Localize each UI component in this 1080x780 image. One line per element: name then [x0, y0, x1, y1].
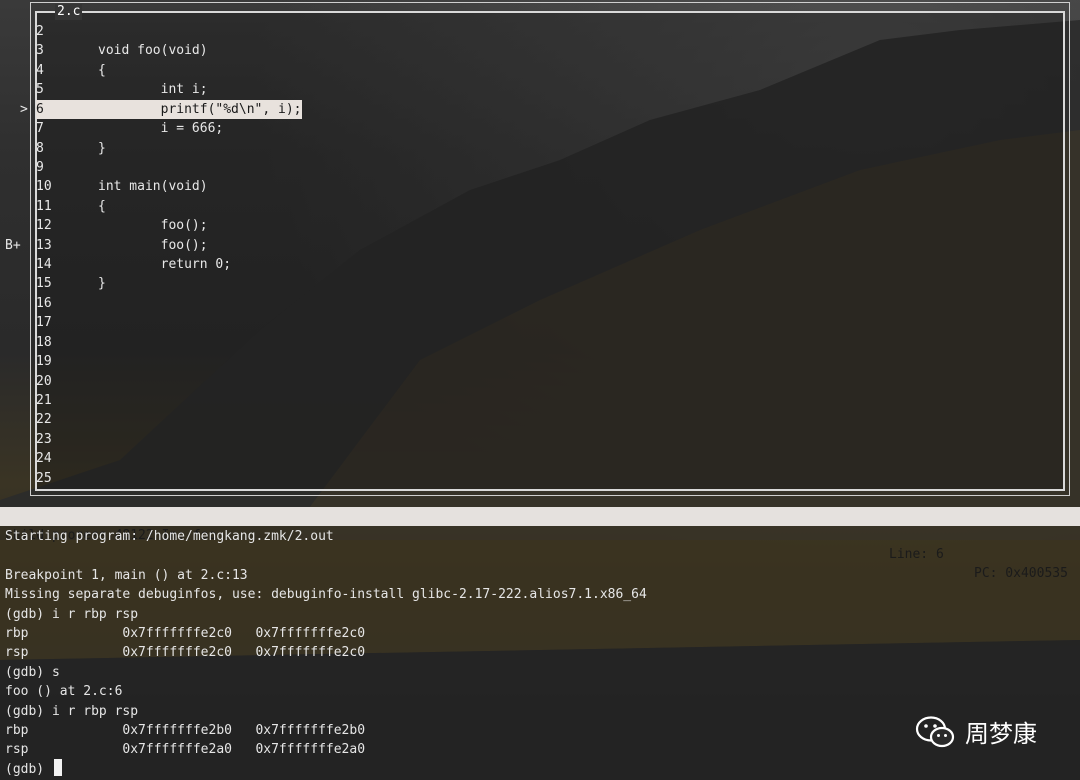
- text-cursor: [53, 759, 62, 776]
- line-number: 7: [36, 121, 44, 136]
- line-number: 20: [36, 374, 52, 389]
- source-line: 16: [36, 294, 98, 313]
- console-line: (gdb) i r rbp rsp: [5, 607, 139, 622]
- source-line: 15}: [36, 274, 106, 293]
- line-code: i = 666;: [98, 121, 224, 136]
- line-number: 9: [36, 160, 44, 175]
- source-line: 12 foo();: [36, 216, 208, 235]
- line-code: {: [98, 199, 106, 214]
- line-code: {: [98, 63, 106, 78]
- source-line: 19: [36, 352, 98, 371]
- wechat-icon: [915, 715, 955, 747]
- line-number: 22: [36, 412, 52, 427]
- source-line: 20: [36, 372, 98, 391]
- watermark: 周梦康: [915, 714, 1037, 749]
- source-line: 18: [36, 333, 98, 352]
- line-code: }: [98, 141, 106, 156]
- console-line: (gdb) i r rbp rsp: [5, 704, 139, 719]
- line-number: 2: [36, 24, 44, 39]
- line-code: void foo(void): [98, 43, 208, 58]
- status-pc: PC: 0x400535: [974, 566, 1068, 581]
- line-number: 10: [36, 179, 52, 194]
- line-number: 4: [36, 63, 44, 78]
- console-line: Breakpoint 1, main () at 2.c:13: [5, 568, 248, 583]
- line-number: 5: [36, 82, 44, 97]
- source-line: 22: [36, 410, 98, 429]
- line-number: 21: [36, 393, 52, 408]
- line-number: 13: [36, 238, 52, 253]
- console-line: Starting program: /home/mengkang.zmk/2.o…: [5, 529, 334, 544]
- line-number: 24: [36, 451, 52, 466]
- line-number: 18: [36, 335, 52, 350]
- breakpoint-marker[interactable]: B+: [5, 236, 21, 255]
- line-code: }: [98, 276, 106, 291]
- console-line: foo () at 2.c:6: [5, 684, 123, 699]
- line-number: 12: [36, 218, 52, 233]
- line-code: return 0;: [98, 257, 232, 272]
- watermark-text: 周梦康: [965, 720, 1037, 748]
- status-line: Line: 6: [889, 547, 944, 562]
- source-line: 11 {: [36, 197, 106, 216]
- line-number: 8: [36, 141, 44, 156]
- line-number: 25: [36, 471, 52, 486]
- source-line: 25: [36, 469, 98, 488]
- line-code: int i;: [98, 82, 208, 97]
- line-number: 23: [36, 432, 52, 447]
- gdb-prompt: (gdb): [5, 762, 52, 777]
- current-line-marker: >: [20, 102, 28, 117]
- gdb-prompt-line[interactable]: (gdb): [5, 759, 62, 779]
- source-line: 14 return 0;: [36, 255, 231, 274]
- line-number: 14: [36, 257, 52, 272]
- line-number: 17: [36, 315, 52, 330]
- line-number: 16: [36, 296, 52, 311]
- line-number: 11: [36, 199, 52, 214]
- console-line: Missing separate debuginfos, use: debugi…: [5, 587, 647, 602]
- line-code: int main(void): [98, 179, 208, 194]
- source-line: 13 foo();: [36, 236, 208, 255]
- console-line: rbp 0x7fffffffe2b0 0x7fffffffe2b0: [5, 723, 366, 738]
- console-line: rsp 0x7fffffffe2a0 0x7fffffffe2a0: [5, 742, 366, 757]
- source-line: 5 int i;: [36, 80, 208, 99]
- source-line: 21: [36, 391, 98, 410]
- source-line: 17: [36, 313, 98, 332]
- status-bar: child process 48122 In: foo Line: 6 PC: …: [0, 507, 1080, 581]
- line-number: 15: [36, 276, 52, 291]
- source-line: 7 i = 666;: [36, 119, 223, 138]
- source-window-title: 2.c: [55, 4, 83, 20]
- line-code: foo();: [98, 238, 208, 253]
- console-line: rbp 0x7fffffffe2c0 0x7fffffffe2c0: [5, 626, 366, 641]
- line-code: foo();: [98, 218, 208, 233]
- line-code: printf("%d\n", i);: [98, 102, 302, 117]
- source-line: 8}: [36, 139, 106, 158]
- source-line: 10 int main(void): [36, 177, 208, 196]
- source-line: 9: [36, 158, 98, 177]
- console-line: rsp 0x7fffffffe2c0 0x7fffffffe2c0: [5, 645, 366, 660]
- source-line: 24: [36, 449, 98, 468]
- current-source-line: 6 printf("%d\n", i);: [36, 100, 302, 119]
- console-line: (gdb) s: [5, 665, 60, 680]
- line-number: 3: [36, 43, 44, 58]
- source-line: 2: [36, 22, 98, 41]
- source-line: 4{: [36, 61, 106, 80]
- line-number: 19: [36, 354, 52, 369]
- source-line: 23: [36, 430, 98, 449]
- line-number: 6: [36, 102, 44, 117]
- source-line: 3 void foo(void): [36, 41, 208, 60]
